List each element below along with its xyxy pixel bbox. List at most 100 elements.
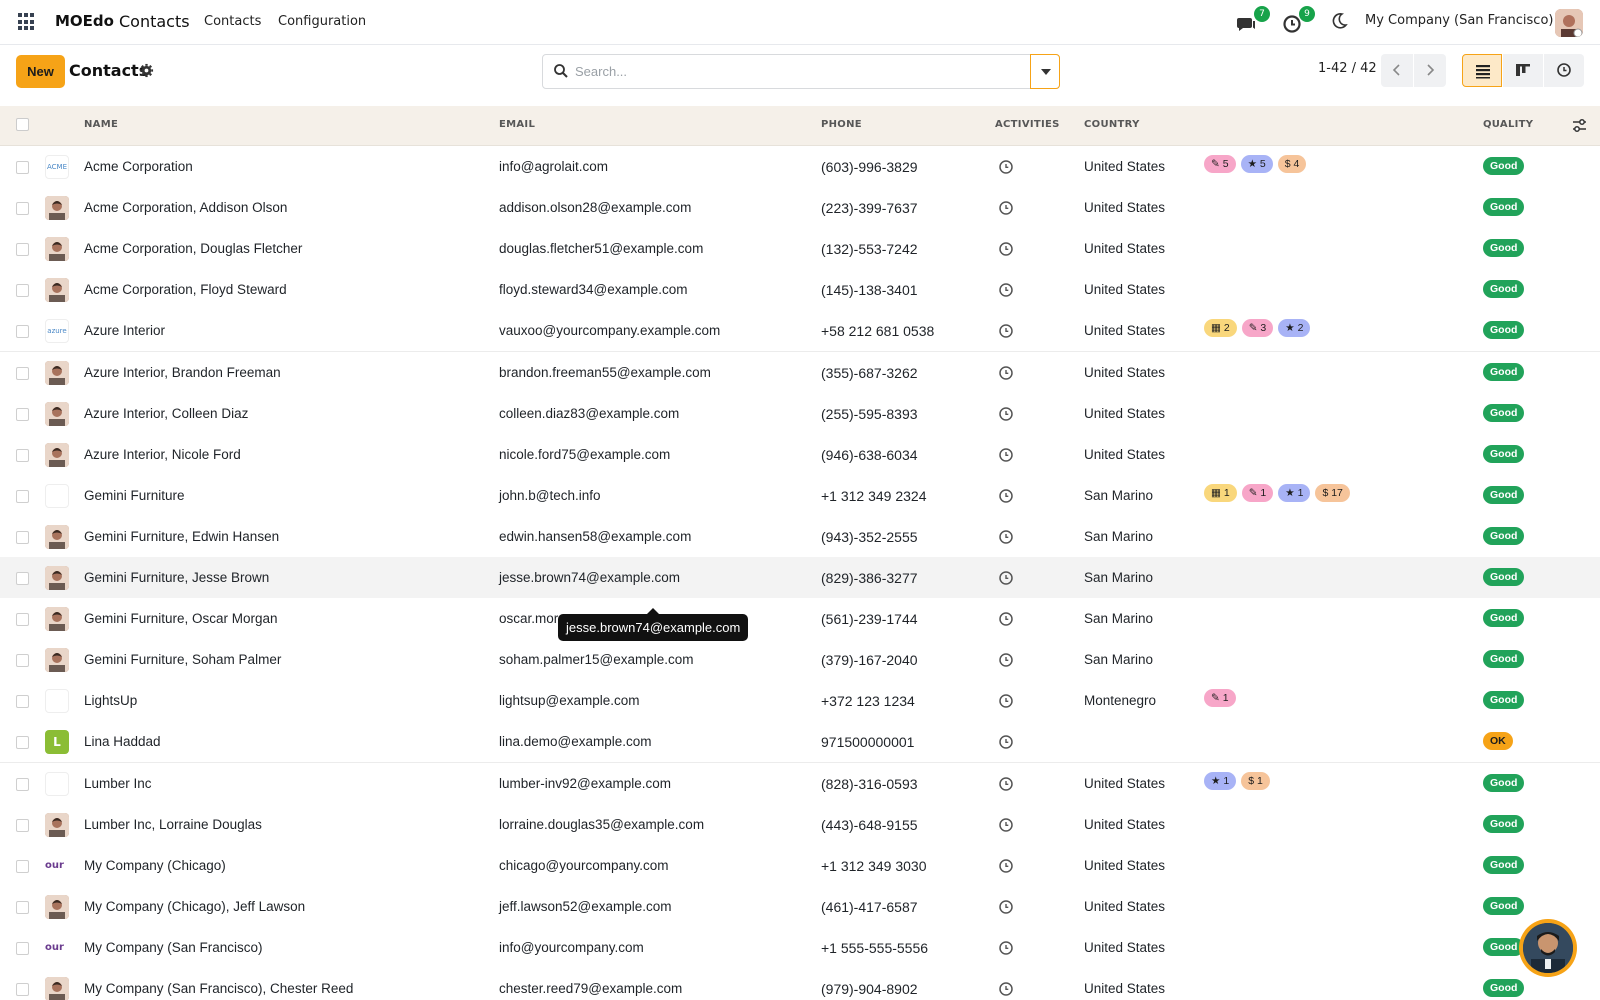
activity-clock-icon[interactable] [998,447,1014,463]
tag-badge[interactable]: ✎ 3 [1241,319,1274,338]
tag-badge[interactable]: ★ 1 [1204,771,1237,790]
row-checkbox[interactable] [16,202,29,216]
tag-badge[interactable]: ★ 2 [1278,319,1311,338]
list-view-button[interactable] [1462,54,1502,87]
activity-clock-icon[interactable] [998,406,1014,422]
company-switcher[interactable]: My Company (San Francisco) [1365,13,1553,28]
row-checkbox[interactable] [16,736,29,750]
new-button[interactable]: New [16,55,65,88]
tag-badge[interactable]: $ 1 [1241,771,1270,790]
row-checkbox[interactable] [16,161,29,174]
row-checkbox[interactable] [16,243,29,257]
column-activities[interactable]: ACTIVITIES [995,119,1060,130]
column-settings-icon[interactable] [1571,117,1588,134]
activity-clock-icon[interactable] [998,488,1014,504]
table-row[interactable]: Gemini Furniture, Jesse Brown jesse.brown… [0,557,1600,599]
column-quality[interactable]: QUALITY [1483,119,1533,130]
tag-badge[interactable]: ✎ 5 [1204,155,1236,173]
column-name[interactable]: NAME [84,119,118,130]
messages-button[interactable]: 7 [1236,6,1270,36]
tag-badge[interactable]: ✎ 1 [1241,483,1274,502]
apps-menu-icon[interactable] [18,13,36,31]
activity-clock-icon[interactable] [998,776,1014,792]
row-checkbox[interactable] [16,654,29,668]
row-checkbox[interactable] [16,983,29,996]
row-checkbox[interactable] [16,695,29,709]
column-country[interactable]: COUNTRY [1084,119,1140,130]
row-checkbox[interactable] [16,572,29,585]
table-row[interactable]: Azure Interior, Nicole Ford nicole.ford75… [0,433,1600,476]
app-name[interactable]: Contacts [119,12,190,31]
user-avatar[interactable] [1555,9,1583,37]
activity-clock-icon[interactable] [998,981,1014,997]
activity-clock-icon[interactable] [998,200,1014,216]
row-checkbox[interactable] [16,900,29,914]
row-checkbox[interactable] [16,859,29,873]
row-checkbox[interactable] [16,530,29,544]
activity-clock-icon[interactable] [998,323,1014,339]
table-row[interactable]: Azure Interior, Colleen Diaz colleen.diaz… [0,392,1600,435]
table-row[interactable]: LightsUp lightsup@example.com +372 123 123… [0,680,1600,723]
table-row[interactable]: Gemini Furniture, Soham Palmer soham.palm… [0,639,1600,682]
tag-badge[interactable]: $ 4 [1277,155,1307,173]
table-row[interactable]: L Lina Haddad lina.demo@example.com 9715000… [0,721,1600,764]
table-row[interactable]: Lumber Inc, Lorraine Douglas lorraine.dou… [0,803,1600,846]
search-options-toggle[interactable] [1030,54,1060,89]
activity-clock-icon[interactable] [998,241,1014,257]
table-row[interactable]: Acme Corporation, Douglas Fletcher dougla… [0,228,1600,271]
table-row[interactable]: Gemini Furniture, Edwin Hansen edwin.hans… [0,515,1600,558]
activity-clock-icon[interactable] [998,734,1014,750]
table-row[interactable]: azure Azure Interior vauxoo@yourcompany.ex… [0,310,1600,353]
table-row[interactable]: Azure Interior, Brandon Freeman brandon.f… [0,351,1600,394]
table-row[interactable]: our My Company (San Francisco) info@yourco… [0,926,1600,969]
activity-clock-icon[interactable] [998,693,1014,709]
tag-badge[interactable]: ★ 1 [1278,483,1311,502]
assistant-chat-button[interactable] [1519,919,1577,977]
menu-contacts[interactable]: Contacts [204,14,261,29]
menu-configuration[interactable]: Configuration [278,14,366,29]
pager-next-button[interactable] [1414,54,1446,87]
pager-value[interactable]: 1-42 / 42 [1318,61,1377,76]
activity-clock-icon[interactable] [998,365,1014,381]
column-phone[interactable]: PHONE [821,119,862,130]
table-row[interactable]: Gemini Furniture, Oscar Morgan oscar.mor (… [0,598,1600,641]
tag-badge[interactable]: ▦ 2 [1204,319,1237,338]
row-checkbox[interactable] [16,448,29,462]
table-row[interactable]: Acme Corporation, Addison Olson addison.o… [0,187,1600,230]
activity-view-button[interactable] [1544,54,1584,87]
activity-clock-icon[interactable] [998,899,1014,915]
table-row[interactable]: Lumber Inc lumber-inv92@example.com (828)-… [0,762,1600,805]
activity-clock-icon[interactable] [998,282,1014,298]
tag-badge[interactable]: ★ 5 [1240,155,1273,173]
activity-clock-icon[interactable] [998,940,1014,956]
row-checkbox[interactable] [16,366,29,380]
activity-clock-icon[interactable] [998,611,1014,627]
activity-clock-icon[interactable] [998,529,1014,545]
table-row[interactable]: My Company (Chicago), Jeff Lawson jeff.la… [0,885,1600,928]
gear-icon[interactable] [139,63,154,78]
activity-clock-icon[interactable] [998,570,1014,586]
tag-badge[interactable]: ▦ 1 [1204,483,1237,502]
table-row[interactable]: ACME Acme Corporation info@agrolait.com (60… [0,146,1600,188]
pager-previous-button[interactable] [1381,54,1413,87]
kanban-view-button[interactable] [1503,54,1543,87]
tag-badge[interactable]: ✎ 1 [1204,689,1236,708]
activity-clock-icon[interactable] [998,858,1014,874]
row-checkbox[interactable] [16,407,29,421]
column-email[interactable]: EMAIL [499,119,535,130]
activities-button[interactable]: 9 [1281,6,1315,36]
row-checkbox[interactable] [16,613,29,627]
table-row[interactable]: Acme Corporation, Floyd Steward floyd.ste… [0,269,1600,312]
activity-clock-icon[interactable] [998,817,1014,833]
table-row[interactable]: our My Company (Chicago) chicago@yourcompa… [0,844,1600,887]
row-checkbox[interactable] [16,284,29,298]
row-checkbox[interactable] [16,325,29,339]
activity-clock-icon[interactable] [998,652,1014,668]
dark-mode-toggle[interactable] [1329,10,1355,36]
table-row[interactable]: Gemini Furniture john.b@tech.info +1 312 3… [0,474,1600,517]
activity-clock-icon[interactable] [998,159,1014,175]
tag-badge[interactable]: $ 17 [1315,483,1350,502]
row-checkbox[interactable] [16,941,29,955]
row-checkbox[interactable] [16,489,29,503]
select-all-checkbox[interactable] [16,118,29,131]
